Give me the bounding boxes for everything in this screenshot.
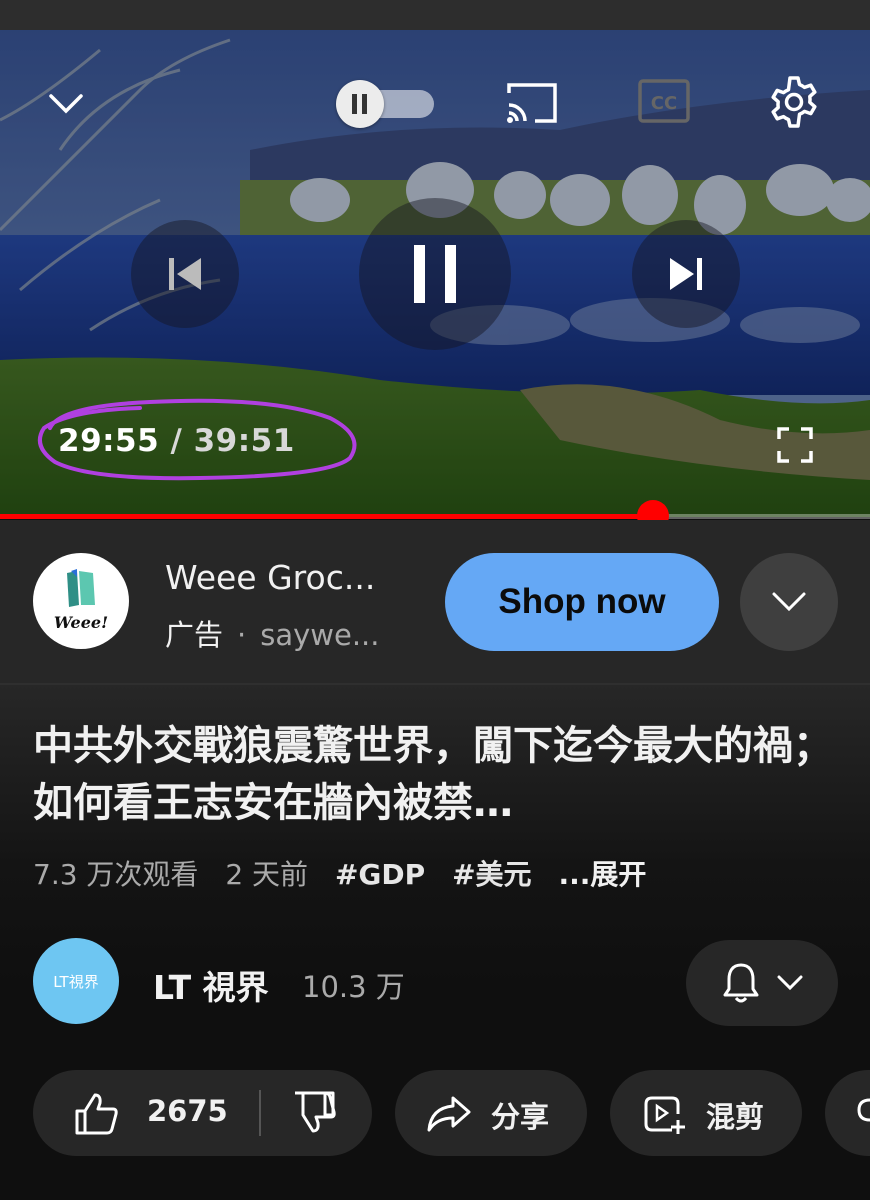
video-duration: 39:51 [193,423,295,459]
partial-icon [857,1098,870,1122]
ad-label: 广告 [165,618,224,652]
advertiser-name[interactable]: Weee Groc... [165,558,375,597]
channel-name[interactable]: LT 視界 [153,961,269,1009]
progress-fill [0,514,654,519]
hashtag-usd[interactable]: #美元 [452,858,531,891]
share-icon [427,1096,471,1132]
like-divider [259,1090,261,1136]
chevron-down-icon [777,975,803,991]
fullscreen-icon [777,427,813,463]
previous-video-button[interactable] [131,220,239,328]
svg-text:CC: CC [651,93,677,114]
chevron-down-icon [772,592,806,612]
shop-now-button[interactable]: Shop now [445,553,719,651]
time-separator: / [170,423,183,459]
pause-icon [414,245,456,303]
remix-icon [644,1096,685,1134]
remix-label: 混剪 [706,1100,765,1134]
advertiser-logo: Weee! [33,553,129,649]
thumbs-down-icon [295,1091,336,1133]
skip-previous-icon [169,258,201,290]
ad-domain: saywe... [260,618,380,652]
notification-settings-button[interactable] [686,940,838,1026]
pause-icon [352,94,367,114]
play-pause-button[interactable] [359,198,511,350]
video-meta[interactable]: 7.3 万次观看 2 天前 #GDP #美元 ...展开 [33,853,664,893]
view-count: 7.3 万次观看 [33,858,199,891]
cast-icon [507,83,557,123]
like-count: 2675 [147,1094,228,1128]
ad-info: 广告 · saywe... [165,612,380,654]
share-label: 分享 [491,1100,550,1134]
expand-description[interactable]: ...展开 [558,858,646,891]
thumbs-up-icon [75,1093,118,1135]
like-button[interactable] [73,1091,119,1139]
upload-age: 2 天前 [225,858,309,891]
channel-avatar[interactable]: LT視界 [33,938,119,1024]
video-player[interactable]: CC 29:55 / 39:51 [0,30,870,517]
current-time: 29:55 [58,423,160,459]
advertiser-logo-text: Weee! [53,613,109,632]
chevron-down-icon [49,94,83,114]
next-video-button[interactable] [632,220,740,328]
minimize-player-button[interactable] [40,78,92,130]
bell-icon [723,963,759,1003]
subscriber-count: 10.3 万 [302,970,405,1004]
dislike-button[interactable] [291,1091,337,1139]
skip-next-icon [670,258,702,290]
ad-banner[interactable]: Weee! Weee Groc... 广告 · saywe... Shop now [0,520,870,683]
gear-icon [771,76,817,128]
autoplay-knob [336,80,384,128]
hashtag-gdp[interactable]: #GDP [335,858,425,891]
weee-logo-icon [67,569,95,607]
status-bar [0,0,870,30]
video-title[interactable]: 中共外交戰狼震驚世界，闖下迄今最大的禍；如何看王志安在牆內被禁… [33,718,843,832]
ad-expand-button[interactable] [740,553,838,651]
like-dislike-pill: 2675 [33,1070,372,1156]
remix-button[interactable]: 混剪 [610,1070,802,1156]
autoplay-toggle[interactable] [336,80,436,128]
closed-captions-icon: CC [638,79,690,123]
share-button[interactable]: 分享 [395,1070,587,1156]
progress-bar[interactable] [0,500,870,532]
settings-button[interactable] [764,72,824,132]
captions-button[interactable]: CC [636,76,692,126]
cast-button[interactable] [500,76,564,128]
fullscreen-button[interactable] [772,422,818,468]
playback-time: 29:55 / 39:51 [58,423,295,459]
ad-separator: · [237,618,247,652]
